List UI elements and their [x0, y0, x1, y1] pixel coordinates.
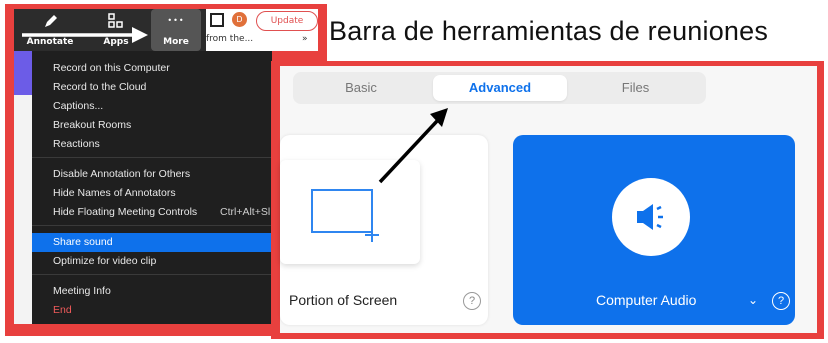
menu-separator [32, 274, 272, 275]
menu-item-captions[interactable]: Captions... [32, 97, 272, 116]
update-button[interactable]: Update [256, 11, 318, 31]
menu-item-breakout-rooms[interactable]: Breakout Rooms [32, 116, 272, 135]
tab-files[interactable]: Files [573, 75, 698, 101]
menu-item-record-computer[interactable]: Record on this Computer [32, 59, 272, 78]
menu-item-label: Hide Floating Meeting Controls [53, 206, 198, 218]
tab-advanced[interactable]: Advanced [433, 75, 567, 101]
menu-item-hide-floating-controls[interactable]: Hide Floating Meeting Controls Ctrl+Alt+… [32, 203, 272, 222]
arrow-pointer-icon [378, 108, 448, 184]
chevron-down-icon[interactable]: ⌄ [748, 293, 758, 307]
menu-item-reactions[interactable]: Reactions [32, 135, 272, 154]
menu-separator [32, 225, 272, 226]
slide-caption: Barra de herramientas de reuniones [329, 16, 769, 46]
menu-item-hide-annotator-names[interactable]: Hide Names of Annotators [32, 184, 272, 203]
audio-circle [612, 178, 690, 256]
browser-toolbar-fragment: D Update from the... » [206, 9, 318, 51]
overflow-chevron-icon[interactable]: » [302, 34, 308, 44]
menu-item-disable-annotation[interactable]: Disable Annotation for Others [32, 165, 272, 184]
more-button[interactable]: ••• More [151, 9, 201, 51]
menu-item-optimize-video[interactable]: Optimize for video clip [32, 252, 272, 271]
menu-item-meeting-info[interactable]: Meeting Info [32, 282, 272, 301]
computer-audio-label: Computer Audio [596, 292, 697, 308]
more-dots-icon: ••• [167, 16, 185, 25]
tab-basic[interactable]: Basic [301, 75, 421, 101]
background-area [14, 95, 32, 324]
arrow-right-icon [22, 27, 148, 43]
portion-of-screen-icon [311, 189, 379, 242]
window-icon [210, 13, 224, 27]
menu-item-record-cloud[interactable]: Record to the Cloud [32, 78, 272, 97]
help-icon[interactable]: ? [772, 292, 790, 310]
portion-of-screen-label: Portion of Screen [289, 292, 398, 308]
more-label: More [163, 37, 189, 47]
speaker-icon [637, 204, 663, 230]
share-tabs: Basic Advanced Files [293, 72, 706, 104]
menu-item-end[interactable]: End [32, 301, 272, 320]
profile-avatar[interactable]: D [232, 12, 247, 27]
menu-item-shortcut: Ctrl+Alt+Sl [220, 206, 271, 218]
help-icon[interactable]: ? [463, 292, 481, 310]
more-menu: Record on this Computer Record to the Cl… [32, 51, 272, 324]
menu-item-share-sound[interactable]: Share sound [32, 233, 272, 252]
background-strip [14, 51, 32, 95]
menu-separator [32, 157, 272, 158]
tab-snippet: from the... [206, 34, 254, 44]
